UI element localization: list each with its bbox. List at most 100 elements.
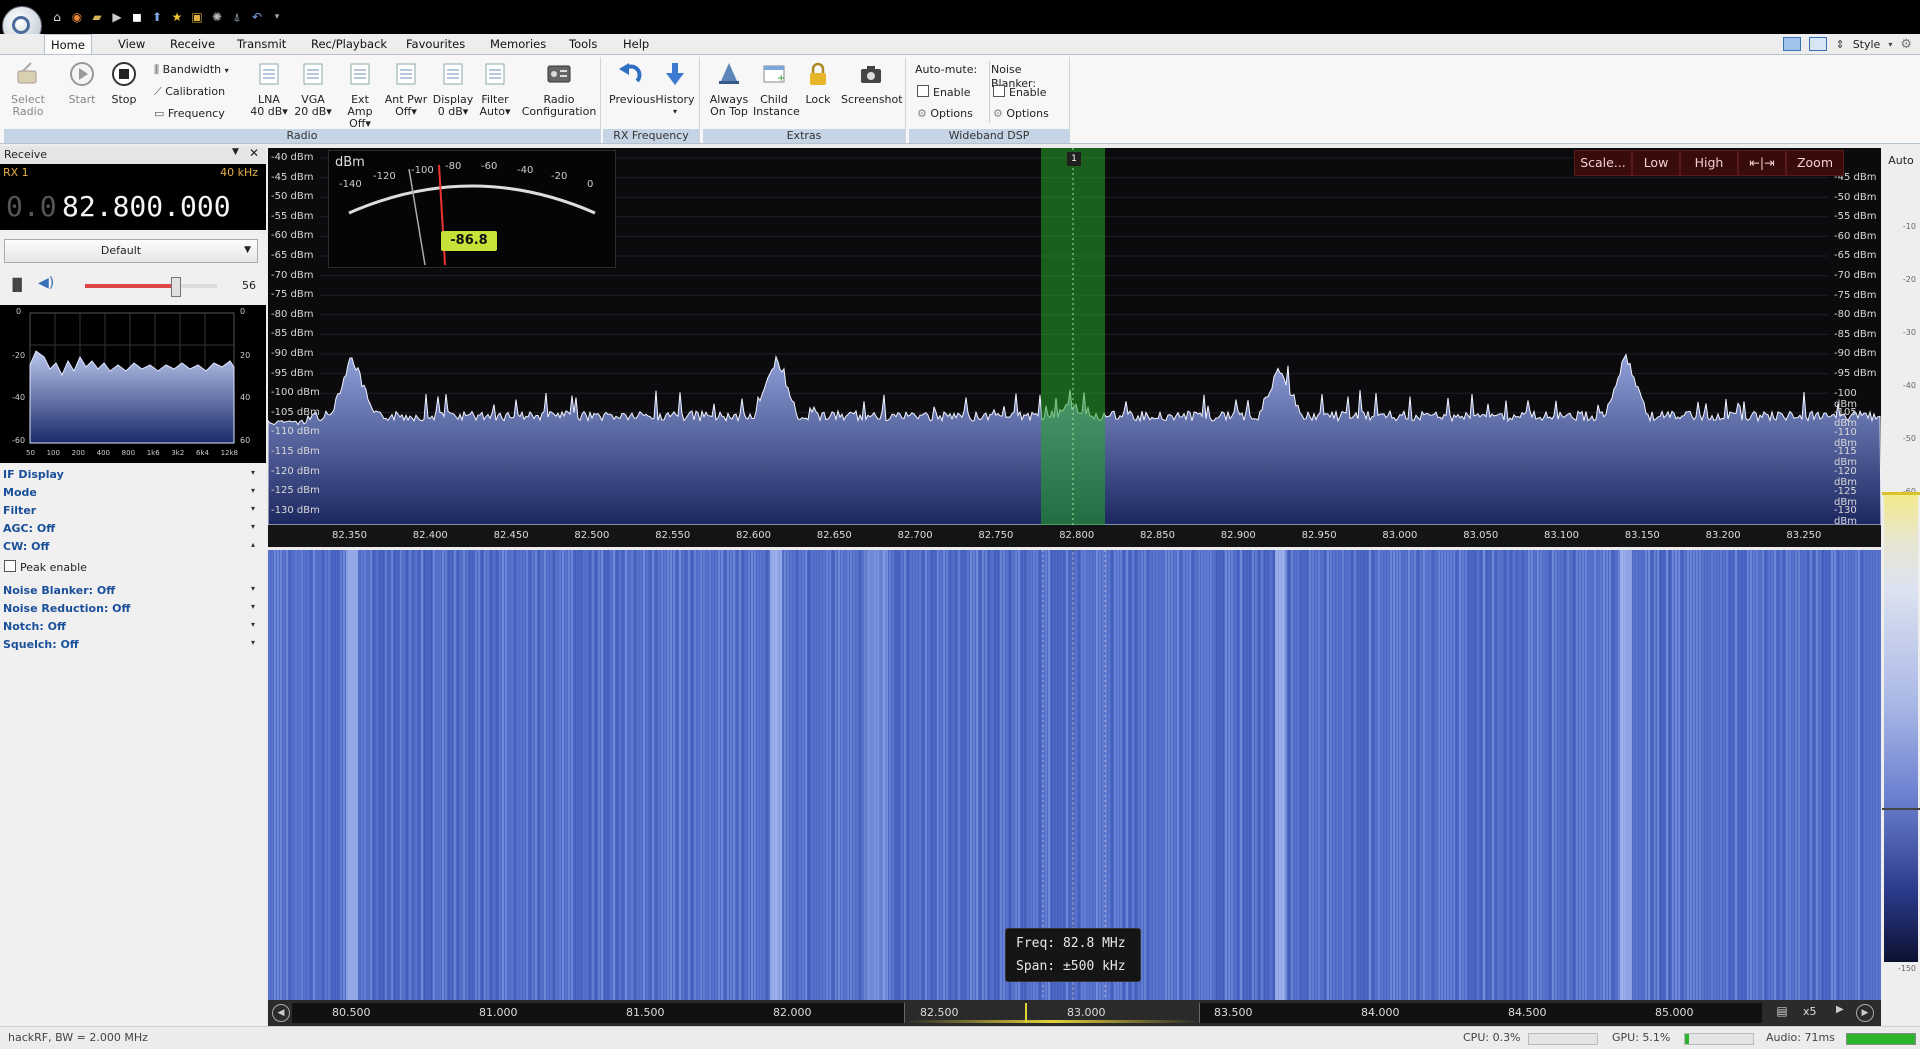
tab-favourites[interactable]: Favourites [400, 34, 471, 54]
play-icon[interactable]: ▶ [110, 10, 124, 24]
child-instance-button[interactable]: + Child Instance [753, 61, 800, 118]
speaker-icon[interactable]: ◀) [38, 275, 54, 291]
vfo-marker[interactable]: 1 [1067, 152, 1081, 166]
layout-single-icon[interactable] [1783, 37, 1802, 51]
colorbar-low-handle[interactable] [1882, 808, 1920, 810]
tab-view[interactable]: View [112, 34, 151, 54]
auto-mute-enable-checkbox[interactable]: Enable [917, 85, 970, 100]
lock-icon[interactable]: ▣ [190, 10, 204, 24]
calibration-button[interactable]: ⟋ Calibration [154, 85, 225, 99]
menu-squelch[interactable]: Squelch: Off [3, 638, 79, 651]
settings-gear-icon[interactable]: ⚙ [1900, 37, 1912, 52]
chevron-down-icon[interactable]: ▾ [251, 486, 255, 495]
waterfall-settings-icon[interactable]: ▤ [1769, 1004, 1795, 1022]
high-button[interactable]: High [1680, 150, 1738, 176]
select-radio-button[interactable]: Select Radio [8, 61, 48, 118]
frequency-button[interactable]: ▭ Frequency [154, 107, 225, 121]
vga-gain-dropdown[interactable]: VGA 20 dB▾ [294, 61, 332, 118]
scroll-track[interactable]: 80.500 81.000 81.500 82.000 82.500 83.000 83.5… [292, 1003, 1762, 1023]
upload-icon[interactable]: ⬆ [150, 10, 164, 24]
auto-scale-button[interactable]: Auto [1882, 154, 1920, 167]
lock-button[interactable]: Lock [801, 61, 835, 106]
radio-configuration-button[interactable]: Radio Configuration [520, 61, 598, 118]
tab-help[interactable]: Help [617, 34, 655, 54]
scroll-left-icon[interactable]: ◀ [272, 1004, 290, 1022]
menu-if-display[interactable]: IF Display [3, 468, 64, 481]
stop-button[interactable]: Stop [104, 61, 144, 106]
gear-icon[interactable]: ✺ [210, 10, 224, 24]
frequency-scrollbar[interactable]: ◀ 80.500 81.000 81.500 82.000 82.500 83.000 83… [268, 1000, 1881, 1026]
history-button[interactable]: History ▾ [655, 61, 695, 118]
volume-slider-thumb[interactable] [170, 277, 181, 297]
star-icon[interactable]: ★ [170, 10, 184, 24]
chevron-down-icon[interactable]: ▾ [251, 620, 255, 629]
customize-qat-icon[interactable]: ▾ [270, 10, 284, 24]
start-button[interactable]: Start [62, 61, 102, 106]
chevron-down-icon[interactable]: ▾ [251, 638, 255, 647]
stop-icon[interactable]: ◼ [130, 10, 144, 24]
auto-mute-options-button[interactable]: ⚙ Options [917, 107, 973, 121]
screenshot-button[interactable]: Screenshot [841, 61, 903, 106]
undo-icon[interactable]: ↶ [250, 10, 264, 24]
noise-blanker-options-button[interactable]: ⚙ Options [993, 107, 1049, 121]
chevron-down-icon[interactable]: ▾ [251, 504, 255, 513]
filter-dropdown[interactable]: Filter Auto▾ [476, 61, 514, 118]
waterfall-colorbar[interactable]: Auto -10-20-30-40-50-60-70-80-90-100-110… [1882, 148, 1920, 1026]
tab-memories[interactable]: Memories [484, 34, 552, 54]
peak-enable-checkbox[interactable]: Peak enable [4, 560, 87, 574]
close-icon[interactable]: ✕ [249, 146, 259, 160]
tab-rec-playback[interactable]: Rec/Playback [305, 34, 393, 54]
tab-home[interactable]: Home [44, 34, 92, 55]
bandwidth-button[interactable]: ⫼ Bandwidth ▾ [154, 63, 229, 78]
volume-slider-track[interactable] [85, 277, 217, 297]
meter-scale-7: 0 [587, 179, 594, 190]
noise-blanker-enable-checkbox[interactable]: Enable [993, 85, 1046, 100]
zoom-button[interactable]: Zoom [1786, 150, 1844, 176]
ant-pwr-dropdown[interactable]: Ant Pwr Off▾ [384, 61, 428, 118]
chevron-down-icon[interactable]: ▾ [1888, 40, 1892, 49]
chevron-down-icon[interactable]: ▾ [251, 602, 255, 611]
antenna-icon[interactable]: ⍋ [230, 10, 244, 24]
fit-button[interactable]: ⇤|⇥ [1738, 150, 1786, 176]
always-on-top-button[interactable]: Always On Top [709, 61, 749, 118]
chevron-up-icon[interactable]: ▴ [251, 540, 255, 549]
panel-dropdown-icon[interactable]: ▼ [232, 147, 239, 157]
chevron-down-icon[interactable]: ▾ [251, 468, 255, 477]
menu-agc[interactable]: AGC: Off [3, 522, 55, 535]
tab-receive[interactable]: Receive [164, 34, 221, 54]
frequency-axis[interactable]: 82.350 82.400 82.450 82.500 82.550 82.600 82.6… [268, 525, 1881, 547]
profile-dropdown[interactable]: Default ▼ [4, 239, 258, 263]
scale-button[interactable]: Scale... [1574, 150, 1632, 176]
tab-tools[interactable]: Tools [563, 34, 603, 54]
colorbar-high-handle[interactable] [1882, 492, 1920, 495]
options-label: Options [1006, 107, 1049, 120]
menu-cw[interactable]: CW: Off [3, 540, 49, 553]
low-button[interactable]: Low [1632, 150, 1680, 176]
previous-button[interactable]: Previous [609, 61, 656, 106]
frequency-display[interactable]: RX 1 40 kHz 0.0 82.800.000 [0, 164, 266, 230]
meter-scale-2: -100 [411, 165, 434, 176]
dbm-label-right: -65 dBm [1834, 250, 1877, 262]
ext-amp-dropdown[interactable]: Ext Amp Off▾ [338, 61, 382, 130]
layout-dual-icon[interactable] [1809, 37, 1828, 51]
record-icon[interactable]: ◉ [70, 10, 84, 24]
style-menu[interactable]: Style [1853, 38, 1881, 51]
chevron-down-icon[interactable]: ▾ [251, 584, 255, 593]
lna-gain-dropdown[interactable]: LNA 40 dB▾ [250, 61, 288, 118]
menu-notch[interactable]: Notch: Off [3, 620, 66, 633]
menu-noise-blanker[interactable]: Noise Blanker: Off [3, 584, 115, 597]
folder-icon[interactable]: ▰ [90, 10, 104, 24]
menu-noise-reduction[interactable]: Noise Reduction: Off [3, 602, 130, 615]
scroll-right-icon[interactable]: ▶ [1856, 1004, 1874, 1022]
menu-mode[interactable]: Mode [3, 486, 37, 499]
zoom-factor[interactable]: x5 [1803, 1005, 1817, 1018]
chevron-down-icon[interactable]: ▾ [251, 522, 255, 531]
display-gain-dropdown[interactable]: Display 0 dB▾ [432, 61, 474, 118]
tab-transmit[interactable]: Transmit [231, 34, 292, 54]
home-icon[interactable]: ⌂ [50, 10, 64, 24]
menu-filter[interactable]: Filter [3, 504, 36, 517]
zoom-next-icon[interactable]: ▶ [1836, 1004, 1844, 1015]
scroll-icon[interactable]: ⇕ [1835, 38, 1844, 51]
audio-spectrum-icon[interactable]: ▐▌ [8, 278, 26, 292]
rx-bandwidth-label: 40 kHz [220, 166, 258, 179]
